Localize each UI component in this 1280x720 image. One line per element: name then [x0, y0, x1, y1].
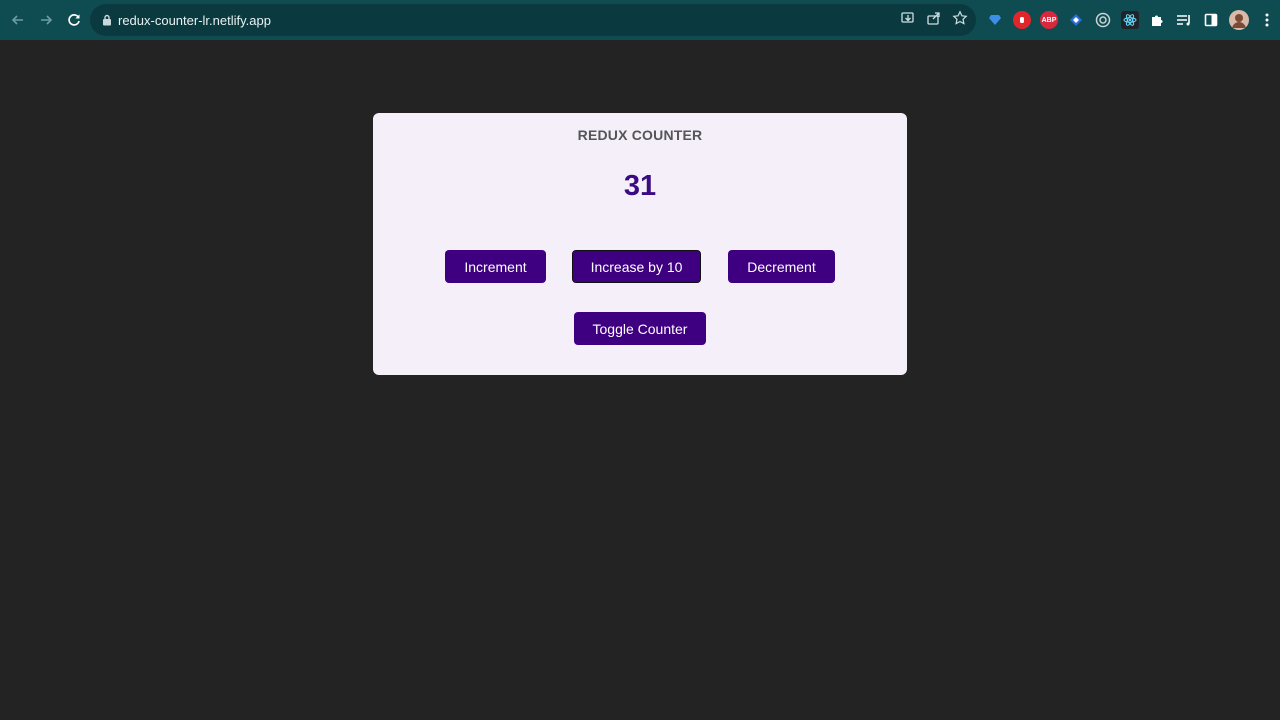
reading-list-icon[interactable]: [1175, 11, 1193, 29]
hand-stop-extension-icon[interactable]: [1013, 11, 1031, 29]
target-extension-icon[interactable]: [1094, 11, 1112, 29]
card-title: REDUX COUNTER: [577, 127, 703, 143]
reload-icon: [68, 14, 80, 26]
diamond-extension-icon[interactable]: [1067, 11, 1085, 29]
decrement-button[interactable]: Decrement: [728, 250, 835, 283]
back-button[interactable]: [5, 7, 31, 33]
install-app-icon[interactable]: [900, 10, 916, 31]
address-bar[interactable]: redux-counter-lr.netlify.app: [90, 4, 976, 36]
counter-value: 31: [623, 170, 657, 202]
abp-extension-icon[interactable]: ABP: [1040, 11, 1058, 29]
arrow-left-icon: [11, 15, 23, 25]
forward-button[interactable]: [33, 7, 59, 33]
increment-button[interactable]: Increment: [445, 250, 546, 283]
puzzle-extensions-icon[interactable]: [1148, 11, 1166, 29]
extensions-bar: ABP: [986, 6, 1276, 34]
arrow-right-icon: [41, 15, 53, 25]
toggle-counter-button[interactable]: Toggle Counter: [574, 312, 706, 345]
reload-button[interactable]: [61, 7, 87, 33]
bookmark-star-icon[interactable]: [952, 9, 968, 31]
side-panel-icon[interactable]: [1202, 11, 1220, 29]
increase-by-10-button[interactable]: Increase by 10: [572, 250, 701, 283]
kebab-menu-icon[interactable]: [1258, 11, 1276, 29]
profile-avatar[interactable]: [1229, 10, 1249, 30]
browser-toolbar: redux-counter-lr.netlify.app ABP: [0, 0, 1280, 40]
lock-icon: [102, 14, 112, 26]
share-icon[interactable]: [926, 10, 942, 31]
gem-extension-icon[interactable]: [986, 11, 1004, 29]
address-bar-actions: [900, 4, 968, 36]
react-devtools-icon[interactable]: [1121, 11, 1139, 29]
counter-card: REDUX COUNTER 31 Increment Increase by 1…: [373, 113, 907, 375]
url-text: redux-counter-lr.netlify.app: [118, 12, 271, 28]
